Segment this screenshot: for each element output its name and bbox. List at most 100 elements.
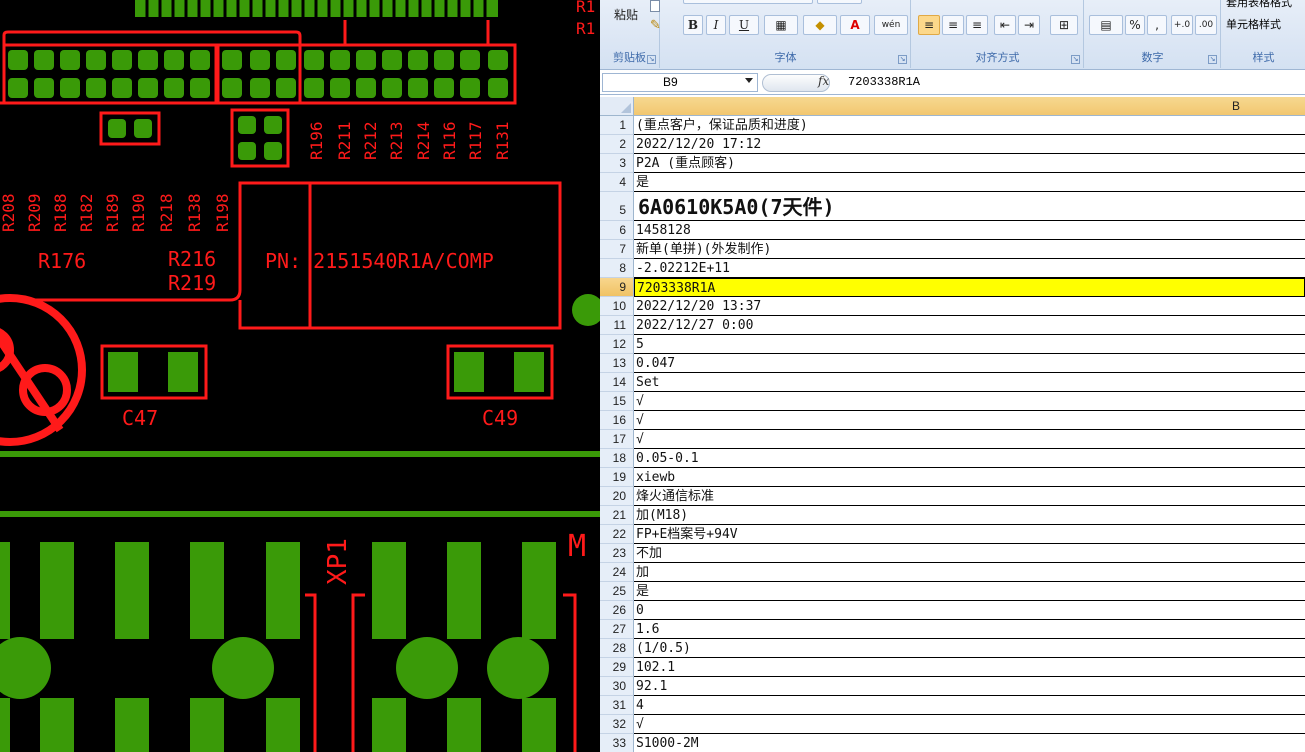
table-row[interactable]: 27 1.6 (600, 620, 1305, 639)
merge-cells-icon[interactable]: ⊞ (1050, 15, 1078, 35)
cell-b[interactable]: 1458128 (634, 221, 1305, 240)
cell-b[interactable]: S1000-2M (634, 734, 1305, 752)
cell-b[interactable]: 新单(单拼)(外发制作) (634, 240, 1305, 259)
pcb-layout-view[interactable]: R196 R211 R212 R213 R214 R116 R117 R131 … (0, 0, 600, 752)
table-row[interactable]: 22 FP+E档案号+94V (600, 525, 1305, 544)
format-painter-icon[interactable]: ✎ (650, 18, 661, 33)
table-row[interactable]: 6 1458128 (600, 221, 1305, 240)
cell-b[interactable]: (1/0.5) (634, 639, 1305, 658)
increase-decimal-icon[interactable]: +.0 (1171, 15, 1193, 35)
row-header[interactable]: 9 (600, 278, 634, 297)
increase-indent-icon[interactable]: ⇥ (1018, 15, 1040, 35)
row-header[interactable]: 3 (600, 154, 634, 173)
cell-b[interactable]: 加(M18) (634, 506, 1305, 525)
cell-b[interactable]: 0.047 (634, 354, 1305, 373)
row-header[interactable]: 20 (600, 487, 634, 506)
row-header[interactable]: 21 (600, 506, 634, 525)
cell-b[interactable]: (重点客户，保证品质和进度) (634, 116, 1305, 135)
row-header[interactable]: 4 (600, 173, 634, 192)
table-row[interactable]: 1 (重点客户，保证品质和进度) (600, 116, 1305, 135)
cell-b[interactable]: √ (634, 392, 1305, 411)
cell-b[interactable]: 6A0610K5A0(7天件) (634, 192, 1305, 221)
column-header-b[interactable]: B (634, 97, 1305, 116)
table-row[interactable]: 23 不加 (600, 544, 1305, 563)
row-header[interactable]: 8 (600, 259, 634, 278)
cell-b[interactable]: √ (634, 430, 1305, 449)
row-header[interactable]: 2 (600, 135, 634, 154)
cell-b[interactable]: √ (634, 411, 1305, 430)
excel-window[interactable]: 粘贴 ✎ 剪贴板 ↘ B I U ▦ ◆ A wén 字体 ↘ ≡ ≡ ≡ ⇤ … (600, 0, 1305, 752)
cell-b[interactable]: 0.05-0.1 (634, 449, 1305, 468)
pcb-canvas[interactable]: R196 R211 R212 R213 R214 R116 R117 R131 … (0, 0, 600, 752)
currency-icon[interactable]: ▤ (1089, 15, 1123, 35)
table-row[interactable]: 25 是 (600, 582, 1305, 601)
cell-b[interactable]: -2.02212E+11 (634, 259, 1305, 278)
table-row[interactable]: 31 4 (600, 696, 1305, 715)
cell-b[interactable]: √ (634, 715, 1305, 734)
comma-button[interactable]: , (1147, 15, 1167, 35)
row-header[interactable]: 6 (600, 221, 634, 240)
insert-function-icon[interactable]: fx (818, 74, 829, 88)
table-row[interactable]: 32 √ (600, 715, 1305, 734)
table-row[interactable]: 12 5 (600, 335, 1305, 354)
underline-button[interactable]: U (729, 15, 759, 35)
row-header[interactable]: 29 (600, 658, 634, 677)
row-header[interactable]: 27 (600, 620, 634, 639)
align-center-icon[interactable]: ≡ (942, 15, 964, 35)
table-row[interactable]: 2 2022/12/20 17:12 (600, 135, 1305, 154)
cell-b[interactable]: 2022/12/20 13:37 (634, 297, 1305, 316)
row-header[interactable]: 28 (600, 639, 634, 658)
row-header[interactable]: 22 (600, 525, 634, 544)
cell-b[interactable]: Set (634, 373, 1305, 392)
table-row[interactable]: 14 Set (600, 373, 1305, 392)
row-header[interactable]: 12 (600, 335, 634, 354)
cell-b[interactable]: xiewb (634, 468, 1305, 487)
cell-b[interactable]: P2A (重点顾客) (634, 154, 1305, 173)
row-header[interactable]: 25 (600, 582, 634, 601)
table-row[interactable]: 15 √ (600, 392, 1305, 411)
cell-b[interactable]: 是 (634, 173, 1305, 192)
name-box[interactable]: B9 (602, 73, 758, 92)
row-header[interactable]: 16 (600, 411, 634, 430)
table-row[interactable]: 28 (1/0.5) (600, 639, 1305, 658)
table-row[interactable]: 30 92.1 (600, 677, 1305, 696)
row-header[interactable]: 33 (600, 734, 634, 752)
cell-b[interactable]: 5 (634, 335, 1305, 354)
copy-icon[interactable] (650, 0, 660, 12)
row-header[interactable]: 17 (600, 430, 634, 449)
cell-b[interactable]: 2022/12/27 0:00 (634, 316, 1305, 335)
table-row[interactable]: 3 P2A (重点顾客) (600, 154, 1305, 173)
align-left-icon[interactable]: ≡ (918, 15, 940, 35)
cell-b[interactable]: 不加 (634, 544, 1305, 563)
cell-b[interactable]: 1.6 (634, 620, 1305, 639)
table-row[interactable]: 4是 (600, 173, 1305, 192)
table-row[interactable]: 7 新单(单拼)(外发制作) (600, 240, 1305, 259)
table-row[interactable]: 16 √ (600, 411, 1305, 430)
cell-styles-button[interactable]: 单元格样式 (1226, 16, 1281, 32)
bold-button[interactable]: B (683, 15, 703, 35)
row-header[interactable]: 19 (600, 468, 634, 487)
table-row[interactable]: 9 7203338R1A (600, 278, 1305, 297)
table-row[interactable]: 26 0 (600, 601, 1305, 620)
cell-b[interactable]: FP+E档案号+94V (634, 525, 1305, 544)
table-row[interactable]: 33 S1000-2M (600, 734, 1305, 752)
select-all-corner[interactable] (600, 97, 634, 116)
row-header[interactable]: 11 (600, 316, 634, 335)
decrease-indent-icon[interactable]: ⇤ (994, 15, 1016, 35)
table-row[interactable]: 13 0.047 (600, 354, 1305, 373)
phonetic-icon[interactable]: wén (874, 15, 908, 35)
table-row[interactable]: 19 xiewb (600, 468, 1305, 487)
cell-b[interactable]: 0 (634, 601, 1305, 620)
table-row[interactable]: 5 6A0610K5A0(7天件) (600, 192, 1305, 221)
row-header[interactable]: 26 (600, 601, 634, 620)
formula-input[interactable]: 7203338R1A (848, 75, 920, 89)
row-header[interactable]: 23 (600, 544, 634, 563)
row-header[interactable]: 15 (600, 392, 634, 411)
row-header[interactable]: 24 (600, 563, 634, 582)
cell-b[interactable]: 是 (634, 582, 1305, 601)
table-row[interactable]: 11 2022/12/27 0:00 (600, 316, 1305, 335)
cell-b[interactable]: 2022/12/20 17:12 (634, 135, 1305, 154)
row-header[interactable]: 18 (600, 449, 634, 468)
cell-b[interactable]: 4 (634, 696, 1305, 715)
row-header[interactable]: 10 (600, 297, 634, 316)
